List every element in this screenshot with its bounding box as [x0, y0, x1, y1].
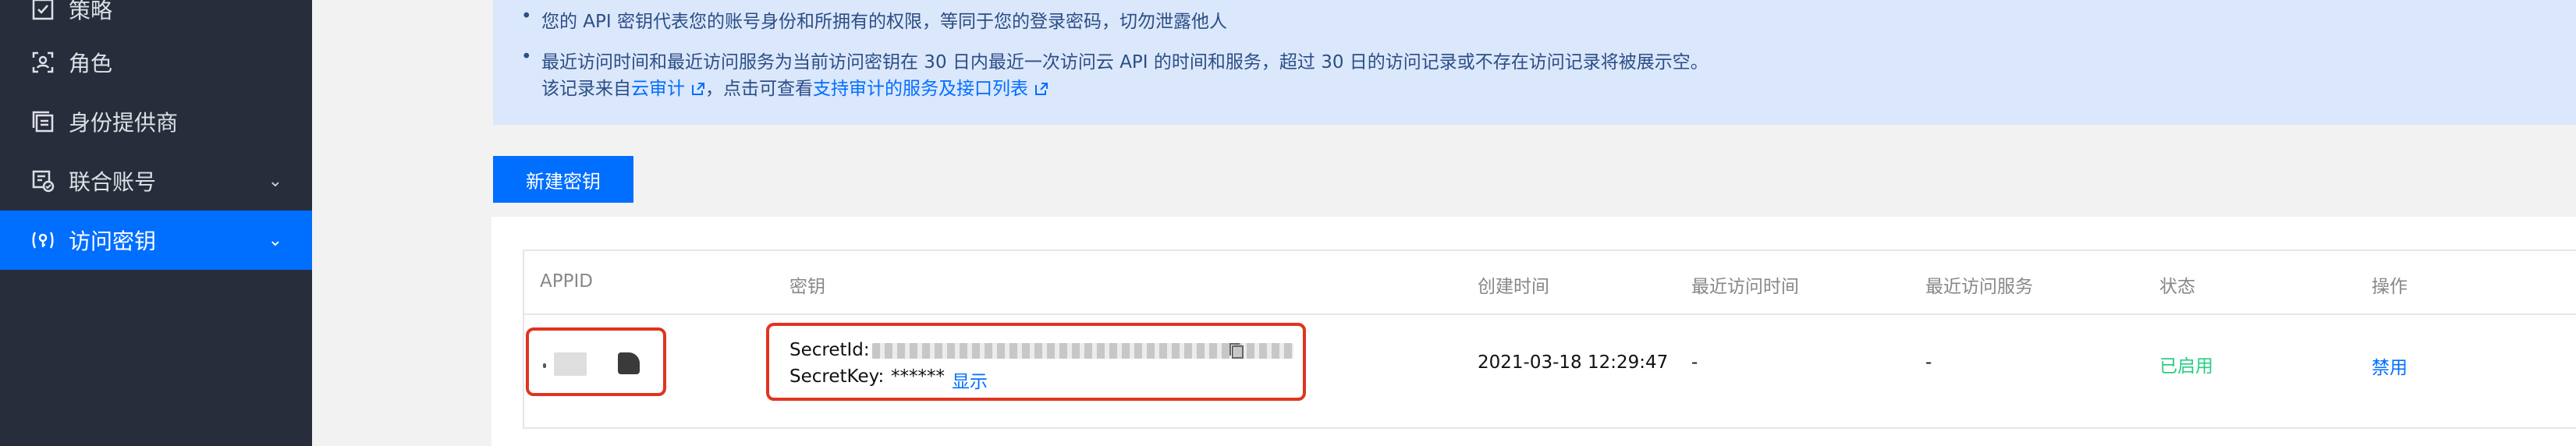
last-access-service: -	[1925, 352, 1932, 373]
show-secret-link[interactable]: 显示	[952, 366, 988, 393]
chevron-down-icon: ⌄	[268, 171, 282, 191]
sidebar-item-federated-account[interactable]: 联合账号 ⌄	[0, 151, 312, 211]
sidebar-item-label: 策略	[69, 0, 113, 23]
role-icon	[30, 49, 56, 76]
sidebar-item-label: 访问密钥	[69, 228, 157, 254]
main-content: • 您的 API 密钥代表您的账号身份和所拥有的权限，等同于您的登录密码，切勿泄…	[312, 0, 2576, 446]
redacted-appid	[543, 363, 546, 368]
sidebar-item-identity-provider[interactable]: 身份提供商	[0, 92, 312, 151]
table-header: APPID 密钥 创建时间 最近访问时间 最近访问服务 状态 操作	[524, 251, 2576, 315]
access-key-icon	[30, 227, 56, 253]
new-key-button[interactable]: 新建密钥	[493, 156, 633, 203]
column-header: 密钥	[789, 277, 825, 297]
status-badge: 已启用	[2159, 356, 2213, 377]
sidebar-item-label: 角色	[69, 51, 113, 76]
notice-text: 最近访问时间和最近访问服务为当前访问密钥在 30 日内最近一次访问云 API 的…	[541, 52, 1708, 73]
table-row: SecretId: SecretKey: ****** 显示 2021-03-1…	[524, 313, 2576, 427]
disable-link[interactable]: 禁用	[2372, 352, 2407, 379]
cloud-audit-link[interactable]: 云审计	[631, 79, 705, 99]
column-header: 创建时间	[1478, 277, 1549, 297]
sidebar-item-label: 联合账号	[69, 169, 157, 195]
column-header: 操作	[2372, 277, 2407, 297]
notice-text: ，点击可查看	[705, 79, 813, 99]
highlight-box	[526, 327, 666, 396]
bullet: •	[521, 6, 532, 27]
keys-table: APPID 密钥 创建时间 最近访问时间 最近访问服务 状态 操作 Secret…	[523, 250, 2576, 429]
audit-services-link[interactable]: 支持审计的服务及接口列表	[813, 79, 1048, 99]
created-time: 2021-03-18 12:29:47	[1478, 352, 1669, 373]
notice-box: • 您的 API 密钥代表您的账号身份和所拥有的权限，等同于您的登录密码，切勿泄…	[493, 0, 2576, 125]
copy-icon[interactable]	[1228, 342, 1245, 360]
secret-key-value: ******	[891, 366, 945, 387]
column-header: 最近访问服务	[1925, 277, 2033, 297]
redacted-appid	[554, 352, 587, 376]
column-header: 最近访问时间	[1691, 277, 1799, 297]
bullet: •	[521, 47, 532, 67]
chevron-down-icon: ⌄	[268, 230, 282, 250]
sidebar-item-access-key[interactable]: 访问密钥 ⌄	[0, 211, 312, 270]
column-header: APPID	[540, 271, 593, 292]
sidebar-item-role[interactable]: 角色	[0, 33, 312, 92]
external-link-icon	[692, 83, 704, 95]
last-access-time: -	[1691, 352, 1698, 373]
notice-source-line: 该记录来自云审计 ，点击可查看支持审计的服务及接口列表	[541, 73, 1048, 100]
notice-text: 您的 API 密钥代表您的账号身份和所拥有的权限，等同于您的登录密码，切勿泄露他…	[541, 12, 1228, 32]
notice-text: 该记录来自	[541, 79, 631, 99]
secret-key-label: SecretKey:	[789, 366, 885, 387]
redacted-appid	[618, 352, 640, 374]
sidebar-item-label: 身份提供商	[69, 110, 179, 136]
sidebar: 策略 角色 身份提供商 联合账号 ⌄ 访问密钥 ⌄	[0, 0, 312, 446]
highlight-box	[766, 323, 1306, 401]
keys-card: APPID 密钥 创建时间 最近访问时间 最近访问服务 状态 操作 Secret…	[491, 217, 2576, 446]
policy-icon	[30, 0, 56, 23]
identity-provider-icon	[30, 108, 56, 135]
column-header: 状态	[2159, 277, 2195, 297]
federated-account-icon	[30, 168, 56, 194]
secret-id-label: SecretId:	[789, 340, 870, 360]
external-link-icon	[1035, 83, 1048, 95]
